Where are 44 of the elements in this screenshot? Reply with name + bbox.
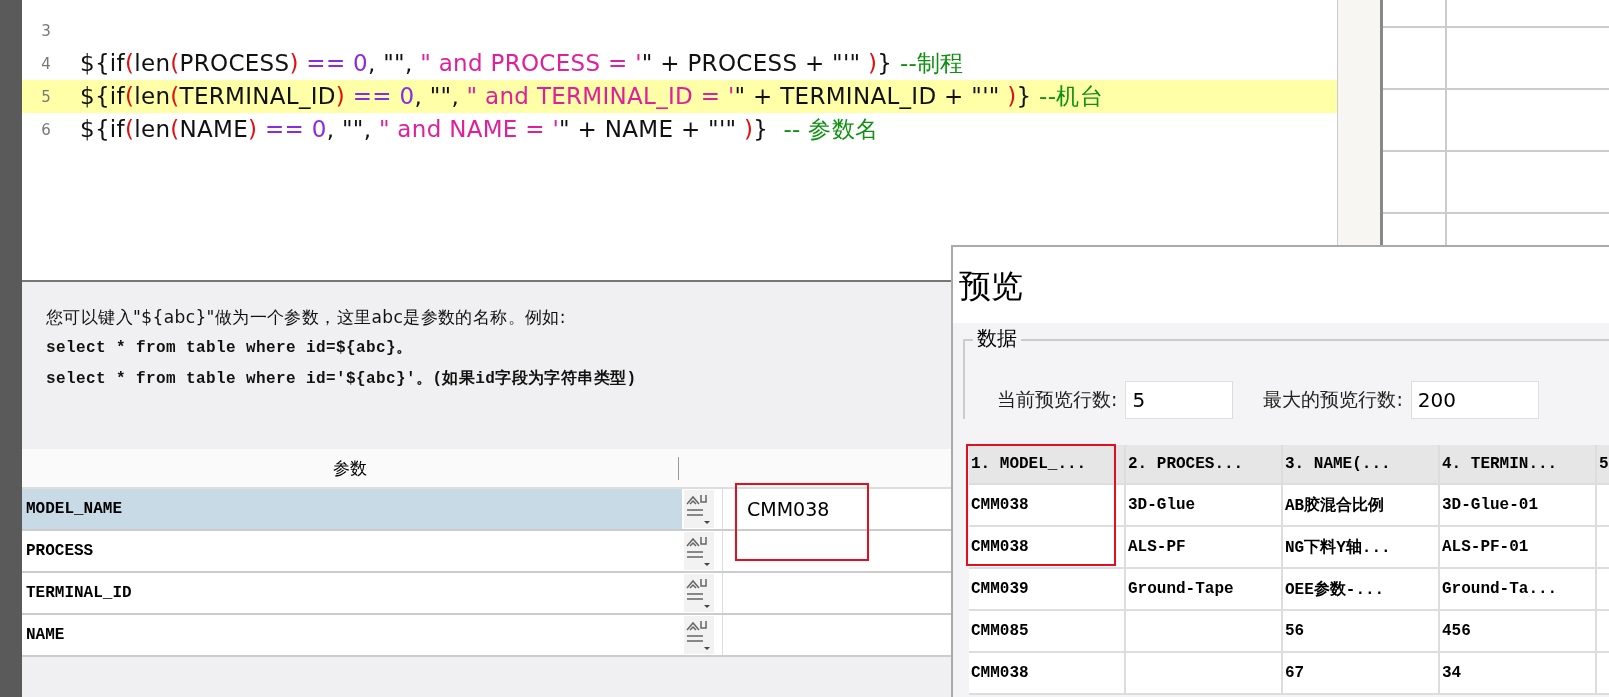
- table-cell: Ground-Tape: [1126, 569, 1283, 609]
- parameter-name[interactable]: MODEL_NAME: [22, 489, 682, 529]
- table-cell: ALS-PF-01: [1440, 527, 1597, 567]
- help-text: 您可以键入"${abc}"做为一个参数，这里abc是参数的名称。例如:: [46, 306, 566, 329]
- code-line: ${if(len(NAME) == 0, "", " and NAME = '" + NAME + "'" )} -- 参数名: [80, 115, 879, 144]
- dialog-title: 预览: [958, 266, 1024, 307]
- type-selector-icon[interactable]: [684, 574, 714, 612]
- help-text: select * from table where id='${abc}'。(如果id字段为字符串类型): [46, 368, 637, 390]
- type-selector-icon[interactable]: [684, 616, 714, 654]
- field-label: 当前预览行数:: [997, 387, 1118, 412]
- table-cell: CMM038: [969, 527, 1126, 567]
- max-rows-field[interactable]: 200: [1410, 381, 1539, 419]
- column-header[interactable]: 5: [1597, 445, 1609, 483]
- line-number: 5: [40, 87, 52, 106]
- line-number: 3: [40, 21, 52, 40]
- current-rows-field[interactable]: 5: [1125, 381, 1234, 419]
- table-cell: CMM038: [969, 653, 1126, 693]
- column-header[interactable]: 3. NAME(...: [1283, 445, 1440, 483]
- table-cell: 3D-Glue: [1126, 485, 1283, 525]
- column-header[interactable]: 4. TERMIN...: [1440, 445, 1597, 483]
- column-header: 参数: [22, 456, 679, 480]
- table-cell: 56: [1283, 611, 1440, 651]
- table-cell: ALS-PF: [1126, 527, 1283, 567]
- table-cell: 67: [1283, 653, 1440, 693]
- table-cell: Ground-Ta...: [1440, 569, 1597, 609]
- line-number: 4: [40, 54, 52, 73]
- field-label: 最大的预览行数:: [1263, 387, 1403, 412]
- line-number: 6: [40, 120, 52, 139]
- table-cell: 3D-Glue-01: [1440, 485, 1597, 525]
- table-cell: AB胶混合比例: [1283, 485, 1440, 525]
- table-cell: CMM039: [969, 569, 1126, 609]
- table-cell: NG下料Y轴...: [1283, 527, 1440, 567]
- table-cell: CMM085: [969, 611, 1126, 651]
- help-text: select * from table where id=${abc}。: [46, 338, 413, 359]
- code-line: ${if(len(TERMINAL_ID) == 0, "", " and TERMINAL_ID = '" + TERMINAL_ID + "'" )} --机台: [80, 82, 1103, 111]
- table-cell: CMM038: [969, 485, 1126, 525]
- code-line: ${if(len(PROCESS) == 0, "", " and PROCESS = '" + PROCESS + "'" )} --制程: [80, 49, 964, 78]
- column-header[interactable]: 1. MODEL_...: [969, 445, 1126, 483]
- table-cell: 34: [1440, 653, 1597, 693]
- table-cell: 456: [1440, 611, 1597, 651]
- type-selector-icon[interactable]: [684, 490, 714, 528]
- column-header[interactable]: 2. PROCES...: [1126, 445, 1283, 483]
- table-cell: OEE参数-...: [1283, 569, 1440, 609]
- type-selector-icon[interactable]: [684, 532, 714, 570]
